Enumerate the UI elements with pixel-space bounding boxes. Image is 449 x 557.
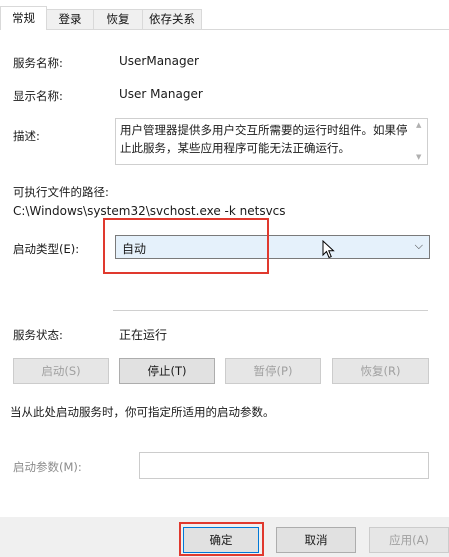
service-name-value: UserManager bbox=[119, 54, 199, 68]
pause-button[interactable]: 暂停(P) bbox=[225, 358, 321, 384]
description-label: 描述: bbox=[13, 129, 40, 143]
startup-type-label: 启动类型(E): bbox=[13, 242, 80, 256]
start-params-input[interactable] bbox=[139, 452, 429, 479]
tab-bar: 登录 恢复 依存关系 常规 bbox=[0, 0, 449, 30]
tab-logon[interactable]: 登录 bbox=[46, 9, 94, 29]
exe-path-value: C:\Windows\system32\svchost.exe -k netsv… bbox=[13, 204, 286, 218]
display-name-value: User Manager bbox=[119, 87, 203, 101]
highlight-ok-box bbox=[179, 522, 264, 556]
start-params-label: 启动参数(M): bbox=[13, 460, 82, 474]
stop-button[interactable]: 停止(T) bbox=[119, 358, 215, 384]
display-name-label: 显示名称: bbox=[13, 89, 63, 103]
service-status-value: 正在运行 bbox=[119, 328, 168, 342]
description-text: 用户管理器提供多用户交互所需要的运行时组件。如果停止此服务，某些应用程序可能无法… bbox=[120, 123, 408, 155]
description-scrollbar[interactable]: ▲ ▼ bbox=[413, 119, 427, 164]
cancel-button[interactable]: 取消 bbox=[276, 527, 356, 553]
scroll-down-icon[interactable]: ▼ bbox=[416, 153, 421, 161]
tab-recovery[interactable]: 恢复 bbox=[93, 9, 143, 29]
section-divider bbox=[113, 310, 428, 311]
service-status-label: 服务状态: bbox=[13, 328, 63, 342]
tab-general[interactable]: 常规 bbox=[0, 6, 47, 30]
tab-divider bbox=[0, 29, 449, 30]
mouse-cursor-icon bbox=[322, 240, 335, 259]
highlight-startup-box bbox=[103, 218, 269, 274]
service-name-label: 服务名称: bbox=[13, 56, 63, 70]
scroll-up-icon[interactable]: ▲ bbox=[416, 121, 421, 129]
tab-dependencies[interactable]: 依存关系 bbox=[142, 9, 202, 29]
description-box[interactable]: 用户管理器提供多用户交互所需要的运行时组件。如果停止此服务，某些应用程序可能无法… bbox=[115, 118, 428, 165]
chevron-down-icon[interactable]: ⌵ bbox=[415, 239, 423, 253]
exe-path-label: 可执行文件的路径: bbox=[13, 185, 109, 199]
start-button[interactable]: 启动(S) bbox=[13, 358, 109, 384]
resume-button[interactable]: 恢复(R) bbox=[332, 358, 429, 384]
start-params-hint: 当从此处启动服务时，你可指定所适用的启动参数。 bbox=[10, 405, 275, 419]
apply-button[interactable]: 应用(A) bbox=[369, 527, 449, 553]
